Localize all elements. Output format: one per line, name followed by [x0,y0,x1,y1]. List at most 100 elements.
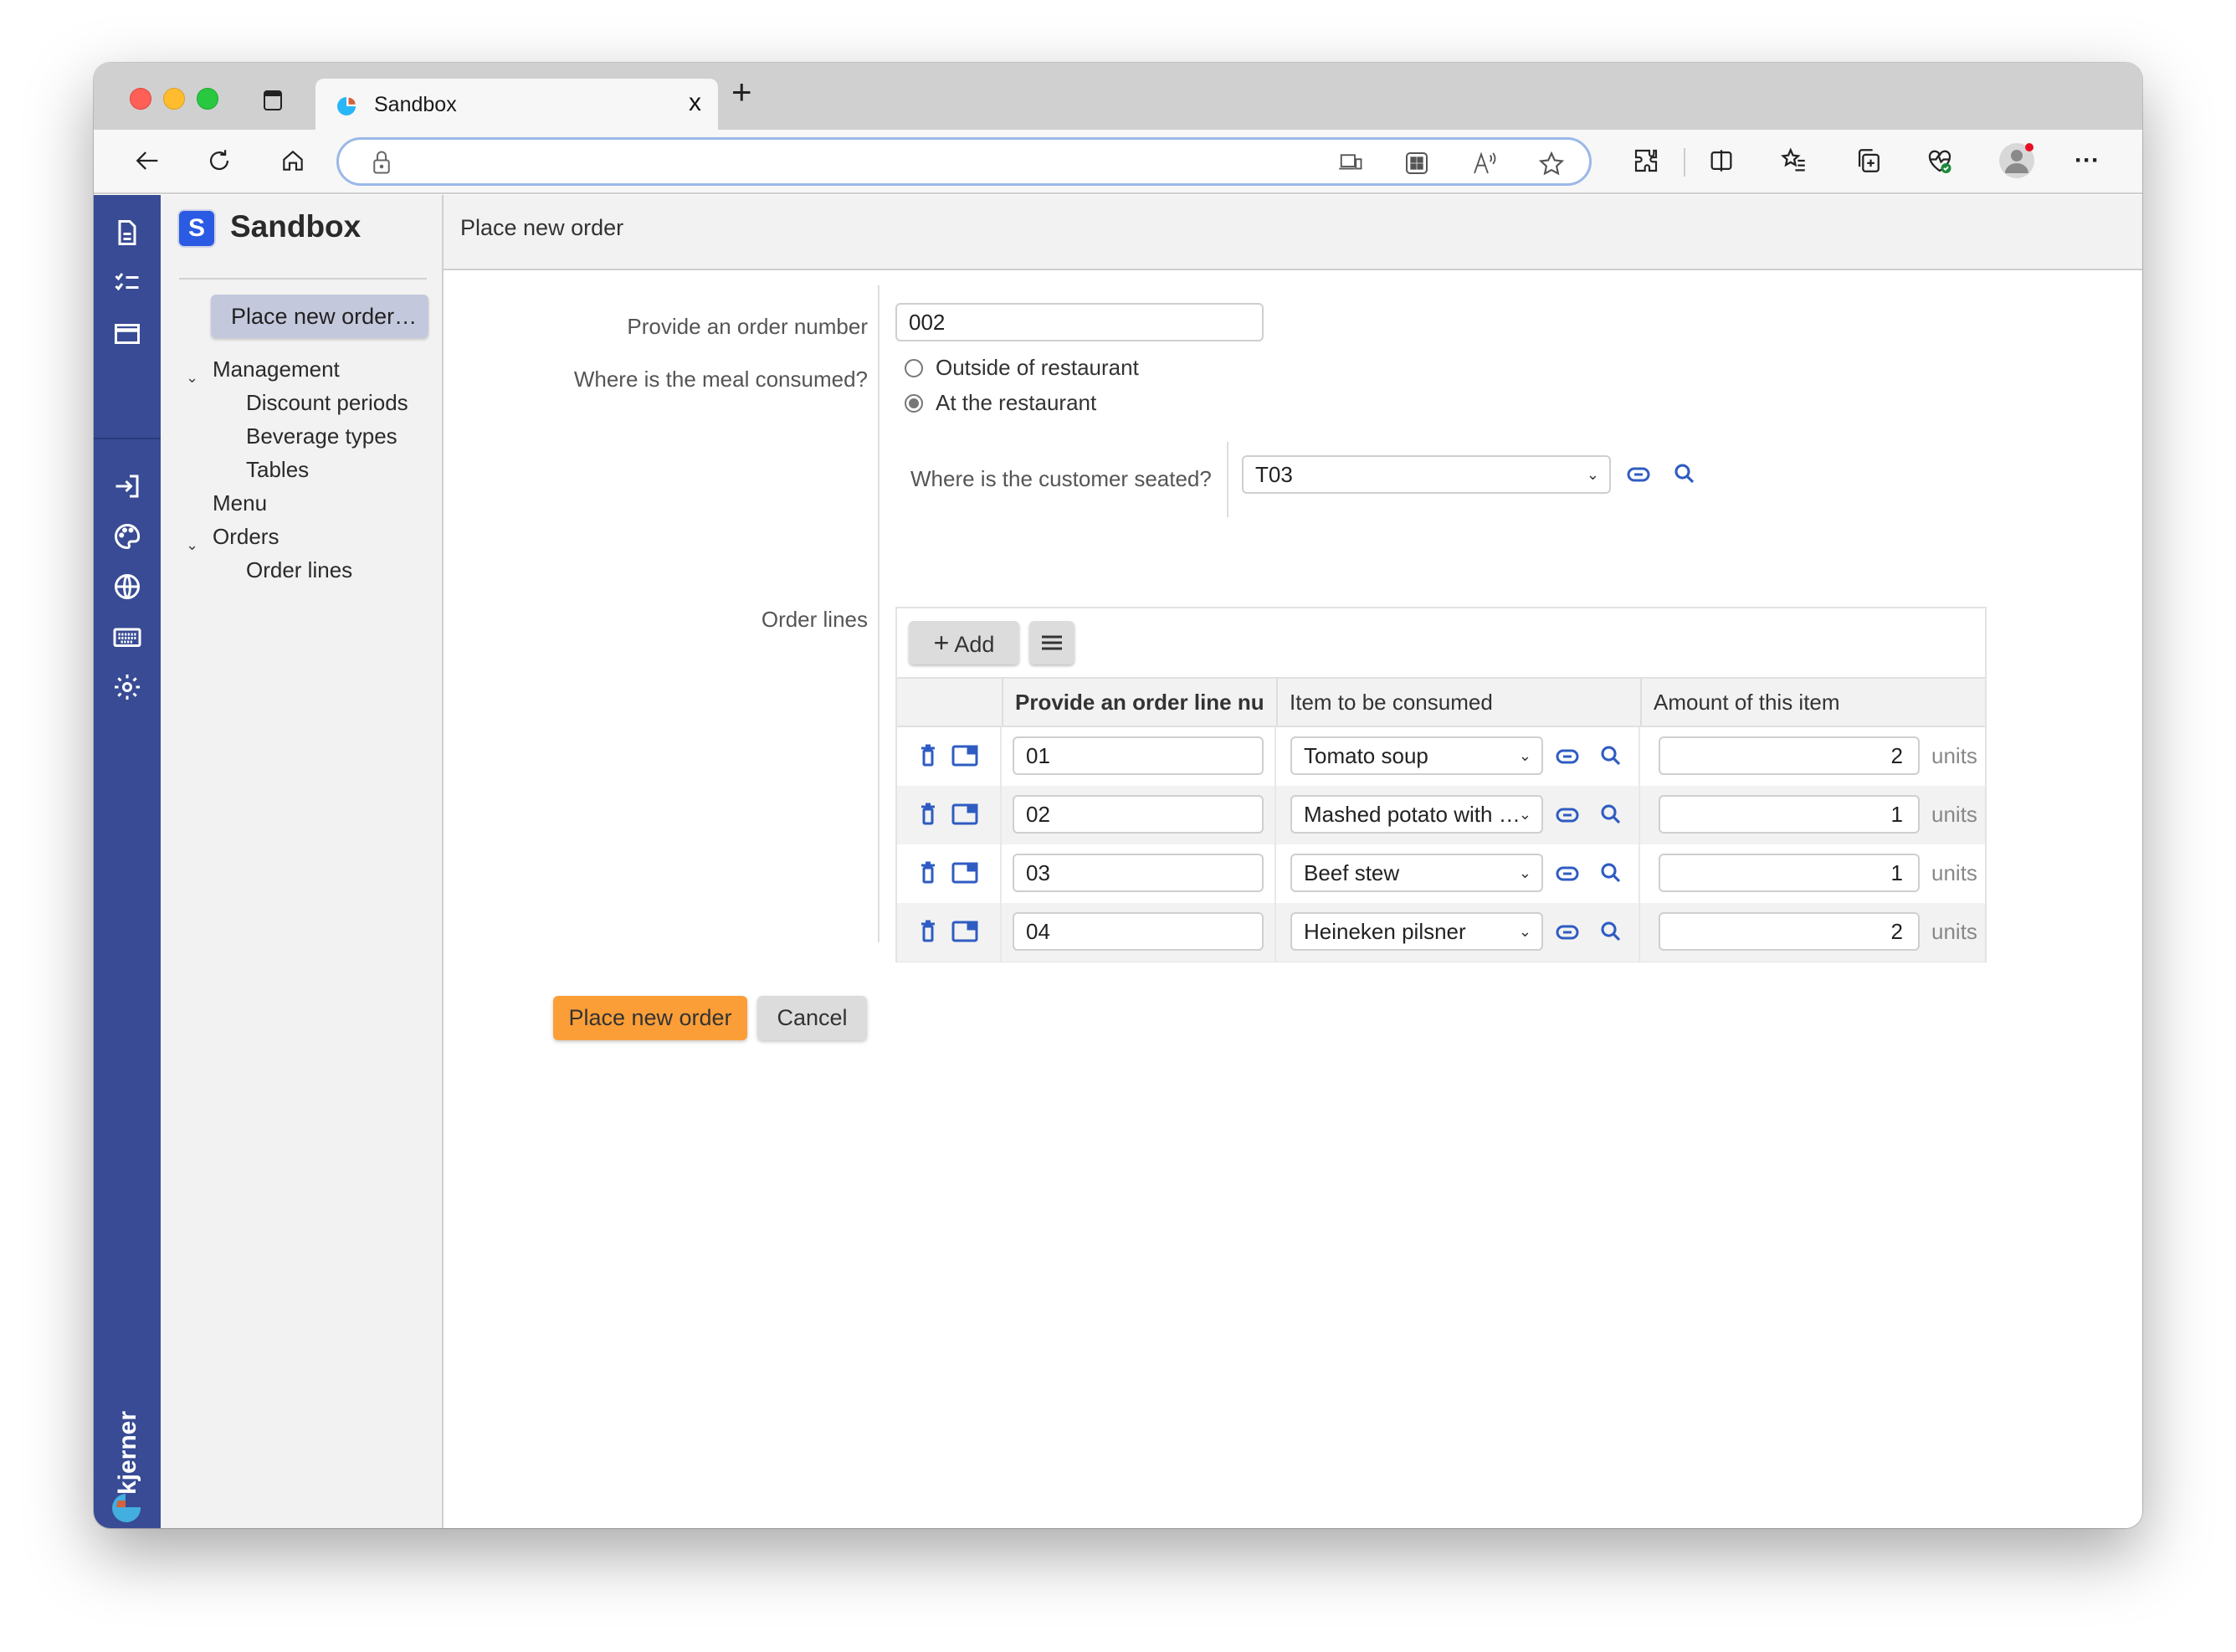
column-header-line-number[interactable]: Provide an order line nu [1002,679,1276,726]
gear-icon[interactable] [112,672,142,702]
line-number-input[interactable]: 04 [1013,912,1264,951]
reload-icon [210,150,229,171]
collections-button[interactable] [1851,144,1885,177]
item-select[interactable]: Beef stew ⌄ [1290,854,1543,892]
place-new-order-button[interactable]: Place new order [553,996,747,1040]
chevron-down-icon[interactable]: ⌄ [186,536,198,554]
favorite-star-icon[interactable] [1537,150,1566,178]
nav-item-management[interactable]: Management [213,357,340,382]
palette-icon[interactable] [112,521,142,552]
link-icon[interactable] [1555,747,1580,766]
address-bar[interactable] [336,137,1592,186]
item-select[interactable]: Mashed potato with … ⌄ [1290,795,1543,834]
amount-unit-label: units [1931,860,1977,885]
open-detail-icon[interactable] [951,745,978,767]
delete-icon[interactable] [920,744,936,767]
cell-divider [1274,844,1276,903]
browser-window: Sandbox x + ··· kjerner S Sandbox Place … [94,63,2142,1528]
browser-essentials-button[interactable] [1923,144,1956,177]
order-number-input[interactable]: 002 [895,303,1264,341]
nav-item-discount-periods[interactable]: Discount periods [246,390,408,416]
rail-divider [94,438,161,439]
app-logo: S [179,211,214,246]
delete-icon[interactable] [920,920,936,943]
favorites-button[interactable] [1777,144,1811,177]
nav-item-beverage-types[interactable]: Beverage types [246,423,397,449]
search-icon[interactable] [1598,743,1623,768]
nav-item-tables[interactable]: Tables [246,457,309,483]
amount-unit-label: units [1931,802,1977,827]
chevron-down-icon: ⌄ [1518,806,1531,823]
link-icon[interactable] [1555,923,1580,941]
open-detail-icon[interactable] [951,803,978,825]
apps-icon[interactable] [1403,150,1430,177]
device-icon[interactable] [1336,150,1365,175]
line-number-input[interactable]: 02 [1013,795,1264,834]
table-menu-button[interactable] [1029,621,1074,664]
cell-divider [1000,903,1002,962]
radio-outside-restaurant-label[interactable]: Outside of restaurant [936,355,1139,381]
tab-close-button[interactable]: x [689,90,701,115]
search-icon[interactable] [1598,919,1623,944]
keyboard-icon[interactable] [112,622,142,652]
place-new-order-nav-button[interactable]: Place new order… [211,295,428,338]
hamburger-menu-icon [1042,635,1062,650]
item-select-value: Beef stew [1304,860,1400,885]
extensions-button[interactable] [1629,144,1663,177]
line-number-input[interactable]: 01 [1013,736,1264,775]
radio-at-restaurant-label[interactable]: At the restaurant [936,390,1096,416]
login-icon[interactable] [112,471,142,501]
more-options-button[interactable]: ··· [2070,144,2104,177]
home-button[interactable] [276,144,310,177]
amount-input[interactable]: 1 [1659,854,1920,892]
search-icon[interactable] [1598,802,1623,827]
cell-divider [1274,903,1276,962]
add-line-button[interactable]: + Add [909,621,1019,664]
back-button[interactable] [131,144,165,177]
item-select[interactable]: Tomato soup ⌄ [1290,736,1543,775]
cancel-button[interactable]: Cancel [757,996,867,1040]
new-tab-button[interactable]: + [731,74,752,110]
nav-item-orders[interactable]: Orders [213,524,279,550]
open-detail-icon[interactable] [951,862,978,884]
amount-input[interactable]: 2 [1659,912,1920,951]
column-header-amount[interactable]: Amount of this item [1640,679,1985,726]
chevron-down-icon[interactable]: ⌄ [186,369,198,387]
item-select-value: Mashed potato with … [1304,802,1521,827]
read-aloud-icon[interactable] [1470,150,1499,177]
nav-item-menu[interactable]: Menu [213,490,267,516]
split-screen-button[interactable] [1705,144,1738,177]
column-header-item[interactable]: Item to be consumed [1276,679,1640,726]
link-icon[interactable] [1555,864,1580,883]
link-icon[interactable] [1555,806,1580,824]
line-number-input[interactable]: 03 [1013,854,1264,892]
open-detail-icon[interactable] [951,921,978,942]
tab-sidebar-icon[interactable] [264,90,282,110]
kjerner-brand: kjerner [100,1392,154,1526]
form-divider [878,285,880,942]
amount-input[interactable]: 2 [1659,736,1920,775]
minimize-window-button[interactable] [163,88,185,110]
document-icon[interactable] [112,218,142,248]
item-select[interactable]: Heineken pilsner ⌄ [1290,912,1543,951]
app-name: Sandbox [230,209,362,244]
search-icon[interactable] [1598,860,1623,885]
table-select[interactable]: T03 ⌄ [1242,455,1611,494]
maximize-window-button[interactable] [197,88,218,110]
checklist-icon[interactable] [112,269,142,299]
globe-icon[interactable] [112,572,142,602]
amount-input[interactable]: 1 [1659,795,1920,834]
delete-icon[interactable] [920,803,936,826]
nav-item-order-lines[interactable]: Order lines [246,557,352,583]
link-icon[interactable] [1626,465,1651,484]
search-icon[interactable] [1672,461,1697,486]
radio-at-restaurant[interactable] [905,394,923,413]
avatar-icon [1999,143,2034,178]
reload-button[interactable] [203,144,236,177]
delete-icon[interactable] [920,861,936,885]
radio-outside-restaurant[interactable] [905,359,923,377]
window-icon[interactable] [112,319,142,349]
close-window-button[interactable] [130,88,151,110]
profile-button[interactable] [1998,142,2035,179]
browser-tab[interactable]: Sandbox x [315,79,718,130]
